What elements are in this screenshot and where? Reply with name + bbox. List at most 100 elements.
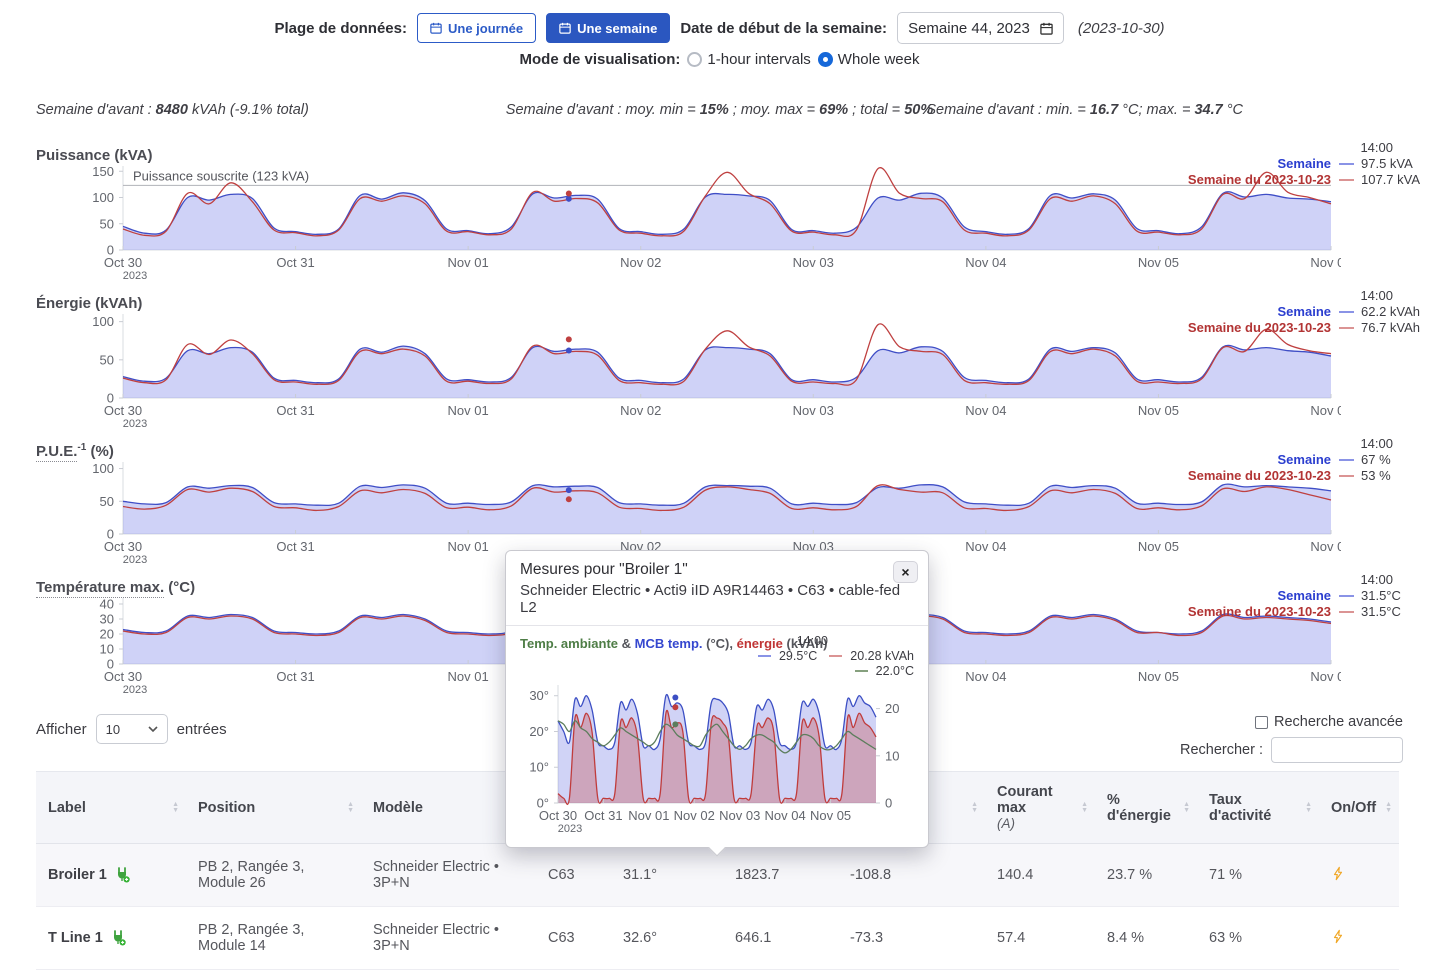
svg-text:Nov 04: Nov 04 [965,255,1006,270]
svg-text:10: 10 [100,642,114,657]
svg-text:Nov 01: Nov 01 [448,539,489,554]
svg-text:2023: 2023 [558,823,582,835]
summary-temp: Semaine d'avant : min. = 16.7 °C; max. =… [926,102,1243,118]
svg-text:Nov 01: Nov 01 [448,669,489,684]
sort-icon: ▲▼ [347,802,354,814]
search-controls: Recherche avancée Rechercher : [1180,714,1403,763]
radio-unchecked-icon[interactable] [687,52,702,67]
entries-control: Afficher 10 entrées [36,714,227,744]
legend-series-current[interactable]: Semaine67 % [1188,452,1439,467]
week-picker[interactable]: Semaine 44, 2023 [897,12,1064,44]
chart-energie: Énergie (kVAh) 14:00 Semaine62.2 kVAh Se… [36,294,1439,432]
close-button[interactable]: × [893,561,918,583]
range-label: Plage de données: [274,20,407,37]
popup-title: Mesures pour "Broiler 1" [520,561,914,579]
legend-series-current[interactable]: Semaine97.5 kVA [1188,156,1439,171]
svg-text:Nov 02: Nov 02 [674,808,715,823]
sort-icon: ▲▼ [971,802,978,814]
popup-chart-legend: 14:00 29.5°C20.28 kVAh 22.0°C [750,634,914,678]
svg-text:Nov 03: Nov 03 [719,808,760,823]
svg-text:Oct 30: Oct 30 [539,808,577,823]
svg-text:2023: 2023 [123,554,147,566]
svg-text:Nov 03: Nov 03 [793,403,834,418]
svg-text:Nov 05: Nov 05 [810,808,851,823]
mode-option-whole-week[interactable]: Whole week [818,51,920,68]
sort-icon: ▲▼ [172,802,179,814]
svg-text:Oct 30: Oct 30 [104,539,142,554]
search-input[interactable] [1271,737,1403,763]
svg-text:0: 0 [885,796,892,811]
puissance-chart-canvas[interactable]: 150100500Puissance souscrite (123 kVA)Oc… [36,166,1341,284]
svg-text:Oct 30: Oct 30 [104,255,142,270]
svg-text:Nov 06: Nov 06 [1310,539,1341,554]
svg-text:Nov 03: Nov 03 [793,255,834,270]
series-line-sample [1339,179,1354,181]
svg-text:Nov 01: Nov 01 [448,403,489,418]
series-line-sample [855,670,868,672]
col-courant-max[interactable]: Courant max(A)▲▼ [985,772,1095,844]
entries-suffix: entrées [177,721,227,738]
series-line-sample [829,655,842,657]
svg-text:100: 100 [92,462,114,476]
series-line-sample [1339,595,1354,597]
svg-text:2023: 2023 [123,270,147,282]
chevron-down-icon [148,726,158,733]
svg-text:50: 50 [100,216,114,231]
svg-text:Nov 05: Nov 05 [1138,255,1179,270]
entries-select[interactable]: 10 [96,714,168,744]
legend-time: 14:00 [1188,288,1439,303]
popup-header: Mesures pour "Broiler 1" Schneider Elect… [506,551,928,626]
series-line-sample [1339,459,1354,461]
chart-puissance: Puissance (kVA) 14:00 Semaine97.5 kVA Se… [36,146,1439,284]
svg-text:150: 150 [92,166,114,179]
svg-text:Nov 02: Nov 02 [620,255,661,270]
svg-text:Nov 04: Nov 04 [765,808,806,823]
sort-icon: ▲▼ [1183,802,1190,814]
checkbox-unchecked-icon[interactable] [1255,716,1268,729]
col-label[interactable]: Label▲▼ [36,772,186,844]
svg-text:Nov 04: Nov 04 [965,403,1006,418]
legend-series-previous[interactable]: Semaine du 2023-10-23107.7 kVA [1188,172,1439,187]
week-start-label: Date de début de la semaine: [680,20,887,37]
one-day-button[interactable]: Une journée [417,13,536,43]
legend-series-previous[interactable]: Semaine du 2023-10-2353 % [1188,468,1439,483]
summary-energy: Semaine d'avant : 8480 kVAh (-9.1% total… [36,102,309,118]
one-week-button[interactable]: Une semaine [546,13,670,43]
power-on-lightning-icon[interactable] [1331,866,1345,881]
sort-icon: ▲▼ [1385,802,1392,814]
svg-text:Oct 31: Oct 31 [584,808,622,823]
table-row[interactable]: T Line 1 PB 2, Rangée 3, Module 14 Schne… [36,907,1399,970]
series-line-sample [1339,611,1354,613]
legend-series-previous[interactable]: Semaine du 2023-10-2331.5°C [1188,604,1439,619]
search-label: Rechercher : [1180,742,1263,758]
col-on-off[interactable]: On/Off▲▼ [1319,772,1399,844]
power-on-lightning-icon[interactable] [1331,929,1345,944]
radio-checked-icon[interactable] [818,52,833,67]
previous-week-summaries: Semaine d'avant : 8480 kVAh (-9.1% total… [0,102,1439,120]
popup-chart-canvas[interactable]: 30°20°10°0°20100Oct 302023Oct 31Nov 01No… [514,685,918,837]
svg-text:Puissance souscrite (123 kVA): Puissance souscrite (123 kVA) [133,168,309,183]
svg-text:Nov 06: Nov 06 [1310,403,1341,418]
svg-text:Oct 31: Oct 31 [276,539,314,554]
svg-text:Oct 30: Oct 30 [104,403,142,418]
advanced-search-option[interactable]: Recherche avancée [1255,714,1403,730]
device-name: T Line 1 [48,930,103,946]
chart-legend: 14:00 Semaine97.5 kVA Semaine du 2023-10… [1188,140,1439,188]
svg-text:Nov 04: Nov 04 [965,669,1006,684]
mode-label: Mode de visualisation: [520,51,681,68]
legend-series-current[interactable]: Semaine31.5°C [1188,588,1439,603]
col-position[interactable]: Position▲▼ [186,772,361,844]
svg-text:50: 50 [100,352,114,367]
col-taux-activite[interactable]: Taux d'activité▲▼ [1197,772,1319,844]
series-line-sample [1339,475,1354,477]
svg-text:20: 20 [885,701,899,716]
legend-time: 14:00 [1188,436,1439,451]
col-energie-pct[interactable]: % d'énergie▲▼ [1095,772,1197,844]
measures-popup: Mesures pour "Broiler 1" Schneider Elect… [505,550,929,848]
popup-body: Temp. ambiante & MCB temp. (°C), énergie… [506,626,928,847]
svg-text:40: 40 [100,598,114,612]
legend-series-previous[interactable]: Semaine du 2023-10-2376.7 kVAh [1188,320,1439,335]
mode-option-hourly[interactable]: 1-hour intervals [687,51,810,68]
energie-chart-canvas[interactable]: 100500Oct 302023Oct 31Nov 01Nov 02Nov 03… [36,314,1341,432]
legend-series-current[interactable]: Semaine62.2 kVAh [1188,304,1439,319]
